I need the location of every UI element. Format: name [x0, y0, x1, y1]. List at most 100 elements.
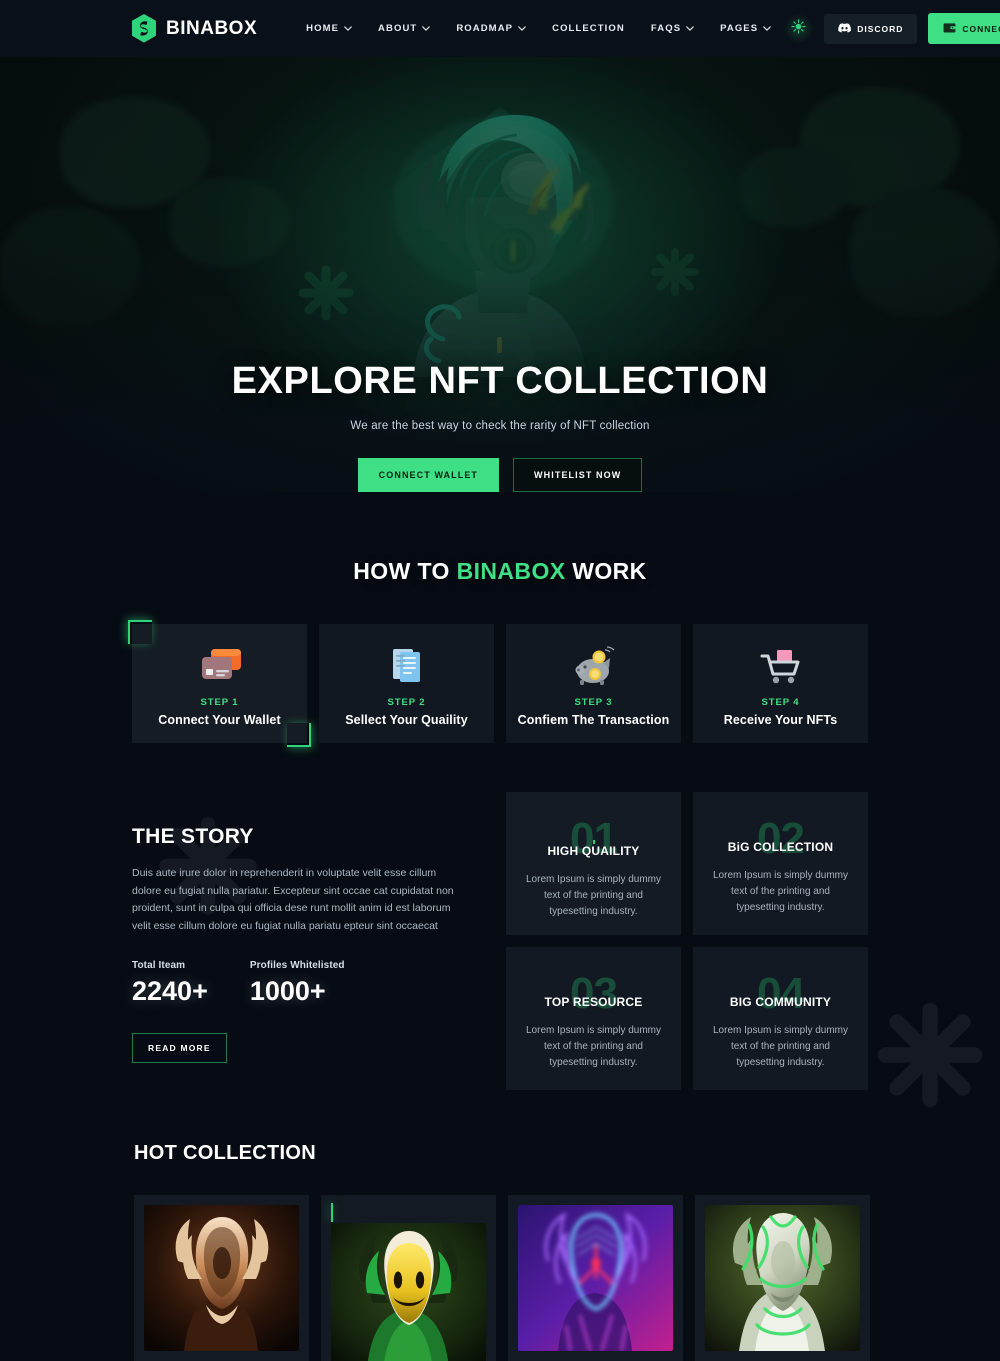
nft-grid [134, 1195, 1000, 1361]
step-number: STEP 1 [200, 697, 239, 708]
wallet-icon [943, 22, 956, 35]
step-card-1[interactable]: STEP 1 Connect Your Wallet [128, 620, 311, 747]
sun-burst-icon [791, 18, 806, 39]
corner-accent-top-left [331, 1203, 333, 1222]
nav-item-label: PAGES [720, 23, 759, 34]
step-name: Receive Your NFTs [723, 713, 838, 727]
feature-card-3[interactable]: 03 TOP RESOURCE Lorem Ipsum is simply du… [506, 947, 681, 1090]
chevron-down-icon [518, 26, 526, 31]
hero-content: EXPLORE NFT COLLECTION We are the best w… [0, 360, 1000, 492]
documents-icon [385, 643, 429, 689]
discord-icon [838, 22, 852, 35]
feature-number: 02 [757, 814, 805, 863]
nav-item-collection[interactable]: COLLECTION [539, 23, 638, 34]
hero-title: EXPLORE NFT COLLECTION [231, 360, 769, 402]
story-title: THE STORY [132, 825, 254, 848]
chevron-down-icon [686, 26, 694, 31]
discord-button[interactable]: DISCORD [824, 13, 918, 44]
hero-cta-group: CONNECT WALLET WHITELIST NOW [0, 458, 1000, 492]
story-section: THE STORY Duis aute irure dolor in repre… [0, 790, 1000, 1108]
nft-card-2[interactable] [321, 1195, 496, 1361]
feature-title: BIG COMMUNITY [729, 995, 832, 1009]
connect-label: CONNECT [962, 23, 1000, 34]
chevron-down-icon [763, 26, 772, 31]
step-name: Connect Your Wallet [158, 713, 281, 727]
feature-description: Lorem Ipsum is simply dummy text of the … [712, 870, 849, 914]
feature-description: Lorem Ipsum is simply dummy text of the … [712, 1025, 849, 1069]
brand-logo[interactable]: BINABOX [131, 14, 257, 43]
nft-artwork-neon-purple-alien [518, 1205, 673, 1351]
feature-card-2[interactable]: 02 BiG COLLECTION Lorem Ipsum is simply … [693, 792, 868, 935]
feature-title: HIGH QUAILITY [547, 844, 640, 858]
nav-actions: DISCORD CONNECT [784, 13, 1000, 44]
title-prefix: HOW TO [353, 558, 457, 584]
corner-accent-top-left [128, 620, 152, 644]
nav-item-label: COLLECTION [552, 23, 625, 34]
stat-total-item: Total Iteam 2240+ [132, 960, 208, 1007]
nav-item-roadmap[interactable]: ROADMAP [443, 23, 539, 34]
feature-number: 04 [757, 969, 805, 1018]
features-grid: 01 HIGH QUAILITY Lorem Ipsum is simply d… [506, 790, 868, 1090]
chevron-down-icon [344, 26, 352, 31]
corner-accent-bottom-right [287, 723, 311, 747]
nft-card-4[interactable] [695, 1195, 870, 1361]
brand-name: BINABOX [166, 17, 258, 39]
connect-wallet-button[interactable]: CONNECT [928, 13, 1000, 44]
story-stats: Total Iteam 2240+ Profiles Whitelisted 1… [132, 960, 482, 1007]
title-suffix: WORK [565, 558, 647, 584]
feature-card-1[interactable]: 01 HIGH QUAILITY Lorem Ipsum is simply d… [506, 792, 681, 935]
nav-item-pages[interactable]: PAGES [707, 23, 784, 34]
hero-section: EXPLORE NFT COLLECTION We are the best w… [0, 57, 1000, 492]
story-text-column: THE STORY Duis aute irure dolor in repre… [132, 790, 482, 1090]
nft-artwork-yellow-smiley-alien [331, 1223, 486, 1361]
nav-item-about[interactable]: ABOUT [365, 23, 443, 34]
nav-item-label: ABOUT [378, 23, 418, 34]
how-it-works-title: HOW TO BINABOX WORK [0, 558, 1000, 585]
feature-description: Lorem Ipsum is simply dummy text of the … [525, 1025, 662, 1069]
hero-subtitle: We are the best way to check the rarity … [350, 420, 650, 432]
step-name: Sellect Your Quaility [345, 713, 468, 727]
step-card-4[interactable]: STEP 4 Receive Your NFTs [693, 624, 868, 743]
nav-item-label: FAQS [650, 23, 682, 34]
connect-wallet-cta-button[interactable]: CONNECT WALLET [357, 458, 500, 492]
nft-card-1[interactable] [134, 1195, 309, 1361]
how-it-works-section: HOW TO BINABOX WORK STEP 1 Connect Your … [0, 492, 1000, 747]
step-number: STEP 3 [574, 697, 613, 708]
hot-collection-title: HOT COLLECTION [134, 1142, 316, 1164]
nft-artwork-green-chrome-alien [705, 1205, 860, 1351]
stat-value: 2240+ [132, 975, 208, 1006]
step-number: STEP 4 [761, 697, 800, 708]
stat-value: 1000+ [249, 975, 326, 1006]
stat-label: Profiles Whitelisted [249, 959, 345, 971]
stat-profiles-whitelisted: Profiles Whitelisted 1000+ [250, 960, 345, 1007]
nav-item-faqs[interactable]: FAQS [638, 23, 707, 34]
credit-cards-icon [194, 643, 246, 689]
nft-card-3[interactable] [508, 1195, 683, 1361]
feature-description: Lorem Ipsum is simply dummy text of the … [525, 874, 662, 918]
discord-label: DISCORD [857, 23, 904, 34]
nft-artwork-bronze-alien [144, 1205, 299, 1351]
nav-item-home[interactable]: HOME [293, 23, 365, 34]
story-layout: THE STORY Duis aute irure dolor in repre… [0, 790, 1000, 1090]
feature-card-4[interactable]: 04 BIG COMMUNITY Lorem Ipsum is simply d… [693, 947, 868, 1090]
step-card-3[interactable]: STEP 3 Confiem The Transaction [506, 624, 681, 743]
theme-toggle-button[interactable] [784, 14, 814, 43]
nav-item-label: HOME [306, 23, 340, 34]
step-number: STEP 2 [387, 697, 426, 708]
nav-menu: HOME ABOUT ROADMAP COLLECTION FAQS PAGES [293, 23, 784, 34]
top-navigation-bar: BINABOX HOME ABOUT ROADMAP COLLECTION FA… [0, 0, 1000, 57]
hexagon-logo-icon [131, 14, 157, 43]
step-card-2[interactable]: STEP 2 Sellect Your Quaility [319, 624, 494, 743]
chevron-down-icon [422, 26, 431, 31]
shopping-cart-icon [758, 643, 804, 689]
stat-label: Total Iteam [132, 959, 186, 971]
read-more-button[interactable]: READ MORE [132, 1032, 227, 1063]
feature-title: BiG COLLECTION [727, 840, 834, 854]
title-highlight: BINABOX [456, 558, 566, 584]
story-body-text: Duis aute irure dolor in reprehenderit i… [132, 867, 454, 932]
feature-title: TOP RESOURCE [544, 995, 643, 1009]
whitelist-now-button[interactable]: WHITELIST NOW [513, 458, 643, 492]
hot-collection-section: HOT COLLECTION [0, 1142, 1000, 1361]
feature-number: 03 [570, 969, 618, 1018]
nav-item-label: ROADMAP [456, 23, 514, 34]
